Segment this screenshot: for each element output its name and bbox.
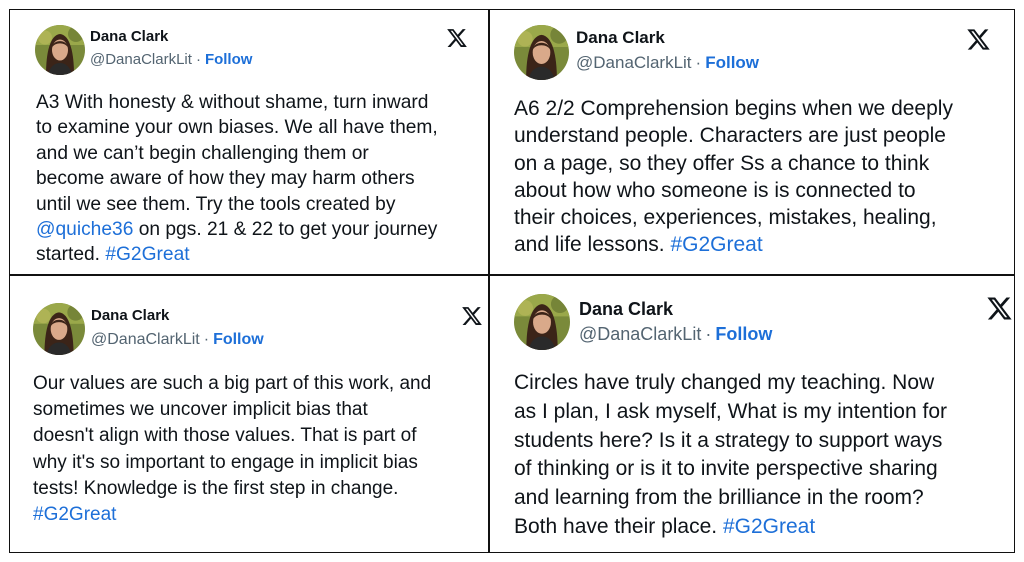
follow-button[interactable]: Follow bbox=[205, 51, 253, 68]
text-segment: and life lessons. bbox=[514, 233, 671, 257]
text-segment: why it's so important to engage in impli… bbox=[33, 451, 418, 473]
x-logo-icon[interactable] bbox=[986, 295, 1013, 327]
text-segment: doesn't align with those values. That is… bbox=[33, 425, 417, 447]
text-segment: Our values are such a big part of this w… bbox=[33, 373, 432, 394]
tweet-text-line: and we can’t begin challenging them or bbox=[36, 141, 438, 166]
text-segment: sometimes we uncover implicit bias that bbox=[33, 399, 368, 421]
author-handle[interactable]: @DanaClarkLit bbox=[576, 53, 692, 72]
hashtag-link[interactable]: #G2Great bbox=[723, 515, 815, 538]
author-meta: @DanaClarkLit · Follow bbox=[579, 324, 772, 345]
separator-dot: · bbox=[195, 51, 201, 68]
tweet-text-line: tests! Knowledge is the first step in ch… bbox=[33, 476, 431, 502]
avatar[interactable] bbox=[514, 294, 570, 350]
tweet-text-line: A6 2/2 Comprehension begins when we deep… bbox=[514, 95, 953, 122]
hashtag-link[interactable]: #G2Great bbox=[670, 233, 762, 256]
tweet-text: Our values are such a big part of this w… bbox=[33, 371, 431, 528]
separator-dot: · bbox=[705, 324, 712, 344]
hashtag-link[interactable]: #G2Great bbox=[33, 504, 116, 525]
tweet-text-line: A3 With honesty & without shame, turn in… bbox=[36, 90, 438, 115]
follow-button[interactable]: Follow bbox=[715, 324, 772, 344]
tweet-text-line: started. #G2Great bbox=[36, 242, 438, 267]
text-segment: A6 2/2 Comprehension begins when we deep… bbox=[514, 97, 953, 120]
text-segment: A3 With honesty & without shame, turn in… bbox=[36, 92, 429, 113]
text-segment: to examine your own biases. We all have … bbox=[36, 117, 438, 139]
tweet-text-line: Both have their place. #G2Great bbox=[514, 513, 947, 542]
tweet-text-line: @quiche36 on pgs. 21 & 22 to get your jo… bbox=[36, 217, 438, 242]
tweet-text-line: doesn't align with those values. That is… bbox=[33, 423, 431, 449]
author-handle[interactable]: @DanaClarkLit bbox=[579, 324, 701, 344]
follow-button[interactable]: Follow bbox=[705, 53, 759, 72]
tweet-text-line: on a page, so they offer Ss a chance to … bbox=[514, 150, 953, 177]
text-segment: understand people. Characters are just p… bbox=[514, 124, 946, 148]
text-segment: started. bbox=[36, 244, 106, 266]
separator-dot: · bbox=[203, 331, 210, 348]
author-handle[interactable]: @DanaClarkLit bbox=[91, 331, 200, 348]
x-logo-icon[interactable] bbox=[446, 27, 468, 54]
tweet-text-line: and life lessons. #G2Great bbox=[514, 231, 953, 258]
author-meta: @DanaClarkLit · Follow bbox=[90, 51, 252, 68]
avatar[interactable] bbox=[33, 303, 85, 355]
author-name[interactable]: Dana Clark bbox=[90, 28, 168, 45]
text-segment: and learning from the brilliance in the … bbox=[514, 486, 924, 510]
tweet-text-line: Our values are such a big part of this w… bbox=[33, 371, 431, 397]
tweet-text: A3 With honesty & without shame, turn in… bbox=[36, 90, 438, 268]
tweet-text-line: sometimes we uncover implicit bias that bbox=[33, 397, 431, 423]
text-segment: Both have their place. bbox=[514, 514, 723, 538]
text-segment: until we see them. Try the tools created… bbox=[36, 193, 396, 215]
text-segment: Circles have truly changed my teaching. … bbox=[514, 371, 935, 394]
text-segment: tests! Knowledge is the first step in ch… bbox=[33, 477, 399, 499]
text-segment: become aware of how they may harm others bbox=[36, 168, 415, 190]
tweet-text-line: until we see them. Try the tools created… bbox=[36, 192, 438, 217]
x-logo-icon[interactable] bbox=[966, 27, 991, 57]
text-segment: and we can’t begin challenging them or bbox=[36, 142, 369, 164]
tweet-text-line: Circles have truly changed my teaching. … bbox=[514, 369, 947, 398]
tweet-text-line: #G2Great bbox=[33, 502, 431, 528]
author-meta: @DanaClarkLit · Follow bbox=[576, 53, 759, 73]
tweet-text-line: why it's so important to engage in impli… bbox=[33, 450, 431, 476]
separator-dot: · bbox=[695, 53, 702, 72]
vertical-divider bbox=[488, 9, 490, 553]
hashtag-link[interactable]: #G2Great bbox=[105, 244, 189, 265]
author-name[interactable]: Dana Clark bbox=[91, 307, 169, 324]
tweet-text-line: understand people. Characters are just p… bbox=[514, 122, 953, 149]
author-name[interactable]: Dana Clark bbox=[576, 28, 665, 48]
text-segment: of thinking or is it to invite perspecti… bbox=[514, 457, 938, 481]
horizontal-divider bbox=[9, 274, 1015, 276]
text-segment: as I plan, I ask myself, What is my inte… bbox=[514, 399, 947, 423]
tweet-text: A6 2/2 Comprehension begins when we deep… bbox=[514, 95, 953, 259]
text-segment: on a page, so they offer Ss a chance to … bbox=[514, 151, 930, 175]
text-segment: their choices, experiences, mistakes, he… bbox=[514, 206, 937, 230]
text-segment: about how who someone is is connected to bbox=[514, 178, 916, 202]
follow-button[interactable]: Follow bbox=[213, 331, 264, 348]
tweet-text-line: their choices, experiences, mistakes, he… bbox=[514, 204, 953, 231]
avatar[interactable] bbox=[514, 25, 569, 80]
author-handle[interactable]: @DanaClarkLit bbox=[90, 51, 192, 68]
text-segment: students here? Is it a strategy to suppo… bbox=[514, 428, 943, 452]
tweet-text-line: as I plan, I ask myself, What is my inte… bbox=[514, 398, 947, 427]
x-logo-icon[interactable] bbox=[461, 305, 483, 332]
tweet-text: Circles have truly changed my teaching. … bbox=[514, 369, 947, 542]
tweet-text-line: of thinking or is it to invite perspecti… bbox=[514, 455, 947, 484]
tweet-text-line: about how who someone is is connected to bbox=[514, 177, 953, 204]
tweet-text-line: to examine your own biases. We all have … bbox=[36, 115, 438, 140]
tweet-text-line: become aware of how they may harm others bbox=[36, 166, 438, 191]
avatar[interactable] bbox=[35, 25, 85, 75]
text-segment: on pgs. 21 & 22 to get your journey bbox=[133, 219, 438, 241]
tweet-text-line: and learning from the brilliance in the … bbox=[514, 484, 947, 513]
mention-link[interactable]: @quiche36 bbox=[36, 219, 133, 240]
tweet-text-line: students here? Is it a strategy to suppo… bbox=[514, 427, 947, 456]
author-meta: @DanaClarkLit · Follow bbox=[91, 331, 264, 349]
author-name[interactable]: Dana Clark bbox=[579, 299, 673, 320]
